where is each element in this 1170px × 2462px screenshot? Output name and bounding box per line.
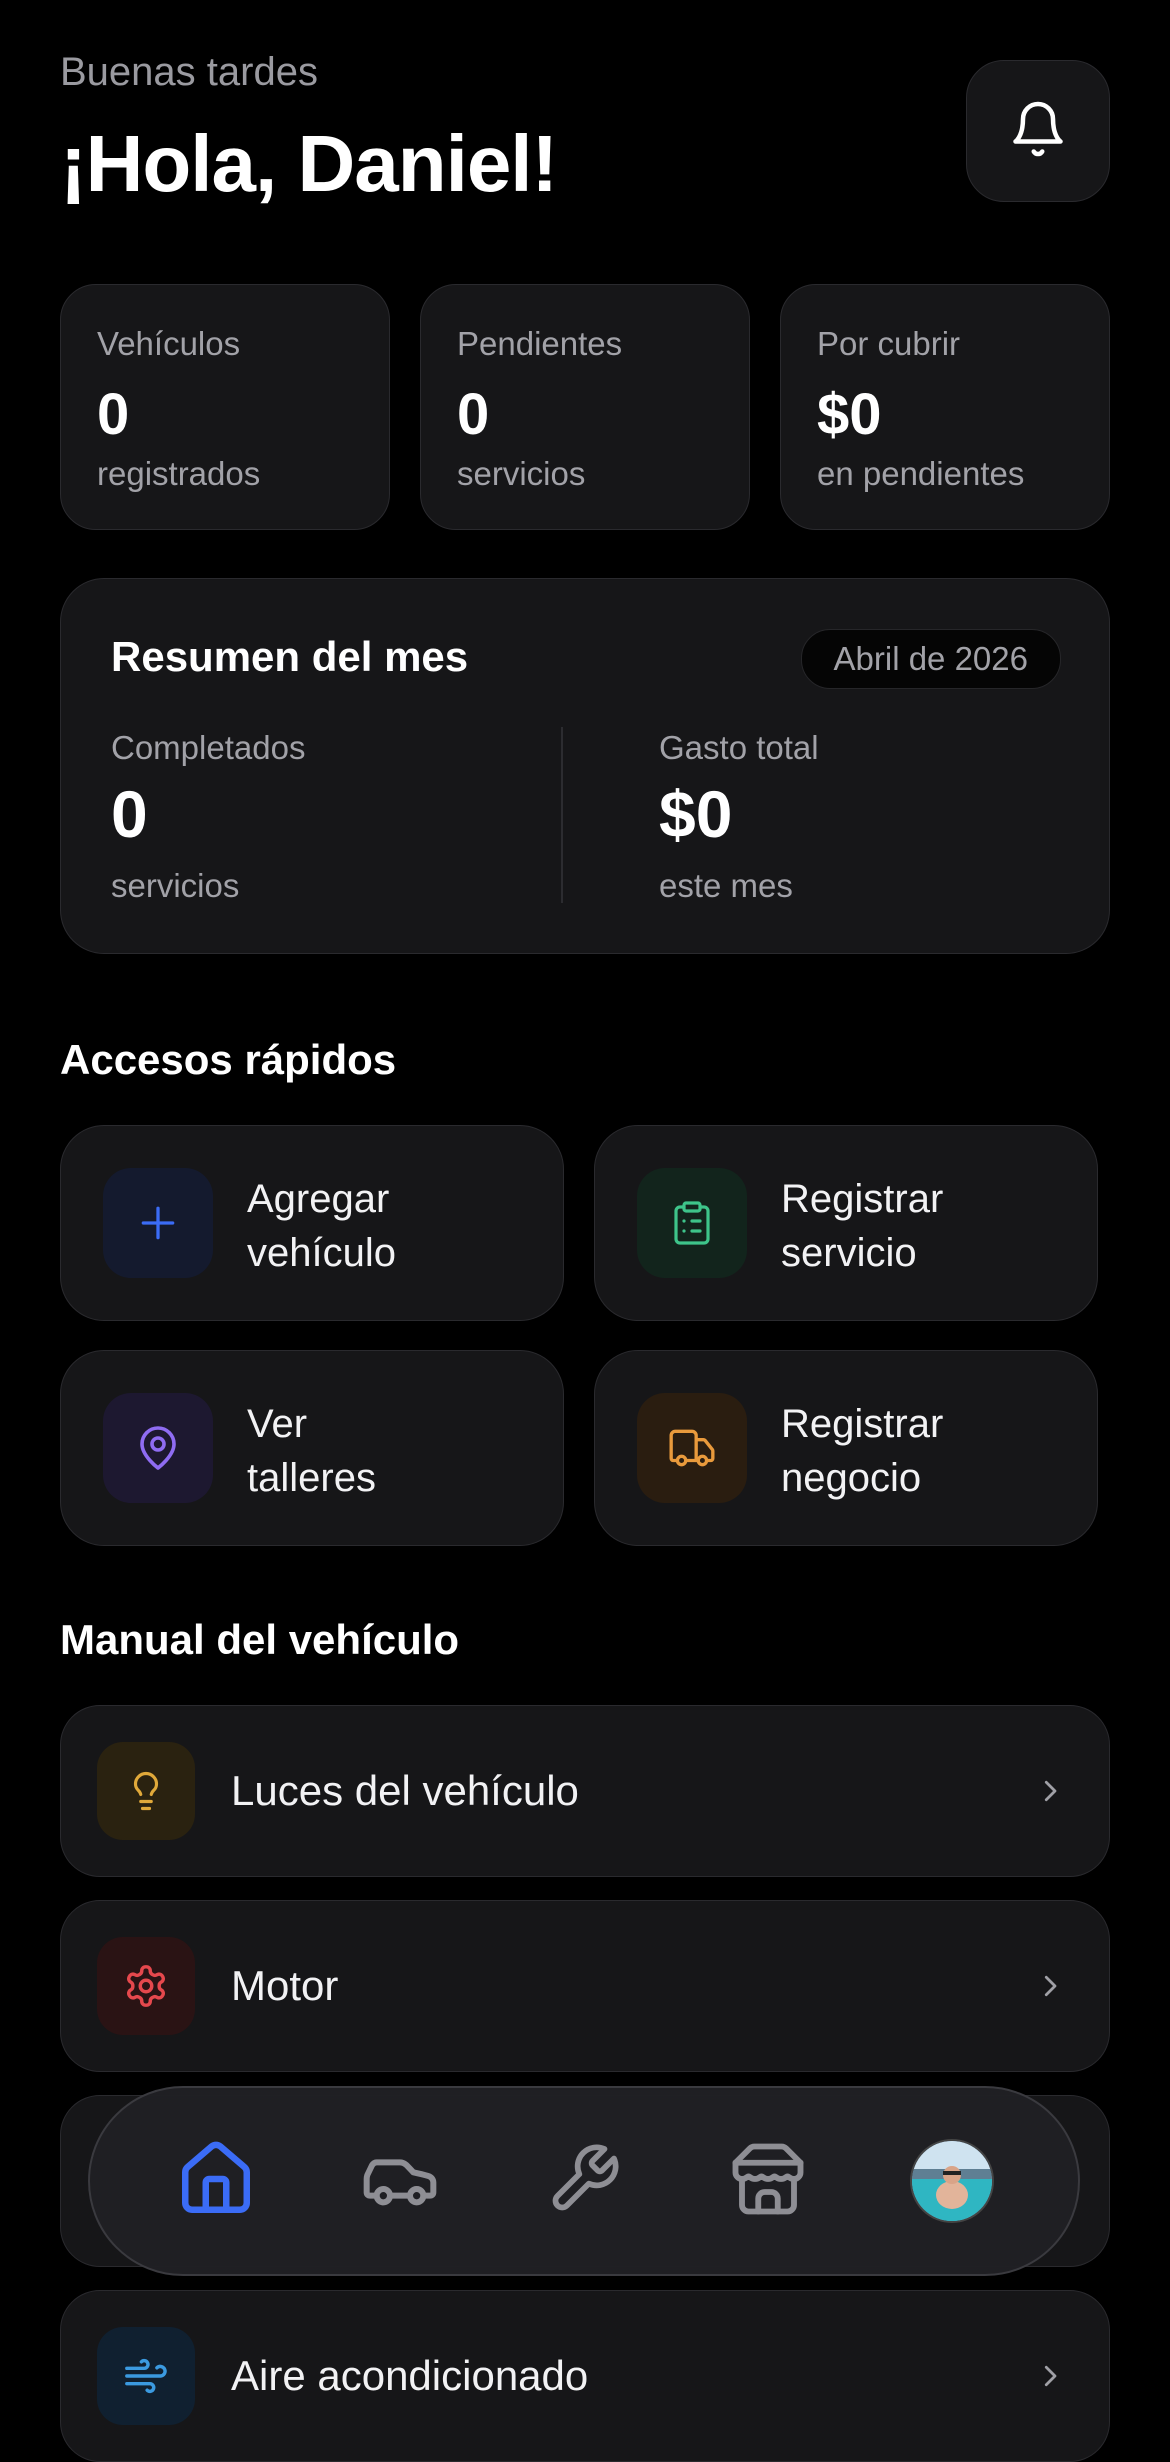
- nav-profile[interactable]: [892, 2088, 1012, 2274]
- quick-access-label: Ver talleres: [247, 1397, 376, 1505]
- stat-label: Por cubrir: [817, 325, 961, 362]
- stat-value: $0: [817, 382, 882, 447]
- chevron-right-icon: [1035, 1706, 1065, 1876]
- stat-label: Pendientes: [457, 325, 623, 362]
- label-line: Ver: [247, 1402, 308, 1446]
- notifications-button[interactable]: [966, 60, 1110, 202]
- summary-title: Resumen del mes: [111, 633, 469, 680]
- clipboard-icon: [637, 1168, 747, 1278]
- manual-item-air-conditioning[interactable]: Aire acondicionado: [60, 2290, 1110, 2462]
- chevron-right-icon: [1035, 2291, 1065, 2461]
- car-icon: [360, 2139, 440, 2224]
- manual-title: Manual del vehículo: [60, 1616, 460, 1663]
- page-title: ¡Hola, Daniel!: [60, 119, 558, 208]
- nav-vehicles[interactable]: [340, 2088, 460, 2274]
- quick-access-label: Agregar vehículo: [247, 1172, 396, 1280]
- wrench-icon: [546, 2141, 622, 2222]
- period-badge: Abril de 2026: [800, 629, 1061, 689]
- label-line: negocio: [781, 1456, 922, 1500]
- label-line: servicio: [781, 1231, 917, 1275]
- nav-home[interactable]: [156, 2088, 276, 2274]
- label-line: Agregar: [247, 1177, 390, 1221]
- stat-sub: en pendientes: [817, 455, 1025, 492]
- quick-access-label: Registrar negocio: [781, 1397, 943, 1505]
- nav-services[interactable]: [524, 2088, 644, 2274]
- completed-sub: servicios: [111, 867, 240, 904]
- completed-value: 0: [111, 777, 148, 851]
- plus-icon: [103, 1168, 213, 1278]
- wind-icon: [97, 2327, 195, 2425]
- bell-icon: [1008, 97, 1068, 166]
- manual-item-engine[interactable]: Motor: [60, 1900, 1110, 2072]
- quick-access-label: Registrar servicio: [781, 1172, 943, 1280]
- map-pin-icon: [103, 1393, 213, 1503]
- quick-access-title: Accesos rápidos: [60, 1036, 397, 1083]
- stat-card-to-cover[interactable]: Por cubrir $0 en pendientes: [780, 284, 1110, 530]
- store-icon: [729, 2140, 807, 2223]
- label-line: vehículo: [247, 1231, 396, 1275]
- home-icon: [175, 2138, 257, 2225]
- stat-value: 0: [457, 382, 490, 447]
- spend-value: $0: [659, 777, 733, 851]
- manual-item-lights[interactable]: Luces del vehículo: [60, 1705, 1110, 1877]
- nav-stores[interactable]: [708, 2088, 828, 2274]
- manual-item-label: Luces del vehículo: [231, 1767, 579, 1814]
- stat-sub: servicios: [457, 455, 586, 492]
- register-service-button[interactable]: Registrar servicio: [594, 1125, 1098, 1321]
- stat-card-pending[interactable]: Pendientes 0 servicios: [420, 284, 750, 530]
- chevron-right-icon: [1035, 1901, 1065, 2071]
- spend-label: Gasto total: [659, 729, 819, 766]
- summary-spend: Gasto total $0 este mes: [659, 729, 819, 905]
- lightbulb-icon: [97, 1742, 195, 1840]
- summary-completed: Completados 0 servicios: [111, 729, 305, 905]
- manual-item-label: Aire acondicionado: [231, 2352, 589, 2399]
- stat-card-vehicles[interactable]: Vehículos 0 registrados: [60, 284, 390, 530]
- label-line: Registrar: [781, 1402, 944, 1446]
- add-vehicle-button[interactable]: Agregar vehículo: [60, 1125, 564, 1321]
- gear-icon: [97, 1937, 195, 2035]
- summary-divider: [561, 727, 563, 903]
- stat-label: Vehículos: [97, 325, 241, 362]
- stat-sub: registrados: [97, 455, 261, 492]
- register-business-button[interactable]: Registrar negocio: [594, 1350, 1098, 1546]
- truck-icon: [637, 1393, 747, 1503]
- bottom-nav-bar: [88, 2086, 1080, 2276]
- stat-value: 0: [97, 382, 130, 447]
- label-line: Registrar: [781, 1177, 944, 1221]
- avatar: [910, 2139, 994, 2223]
- monthly-summary-card: Resumen del mes Abril de 2026 Completado…: [60, 578, 1110, 954]
- label-line: talleres: [247, 1456, 376, 1500]
- manual-item-label: Motor: [231, 1962, 339, 2009]
- spend-sub: este mes: [659, 867, 793, 904]
- completed-label: Completados: [111, 729, 306, 766]
- view-workshops-button[interactable]: Ver talleres: [60, 1350, 564, 1546]
- greeting-text: Buenas tardes: [60, 50, 318, 94]
